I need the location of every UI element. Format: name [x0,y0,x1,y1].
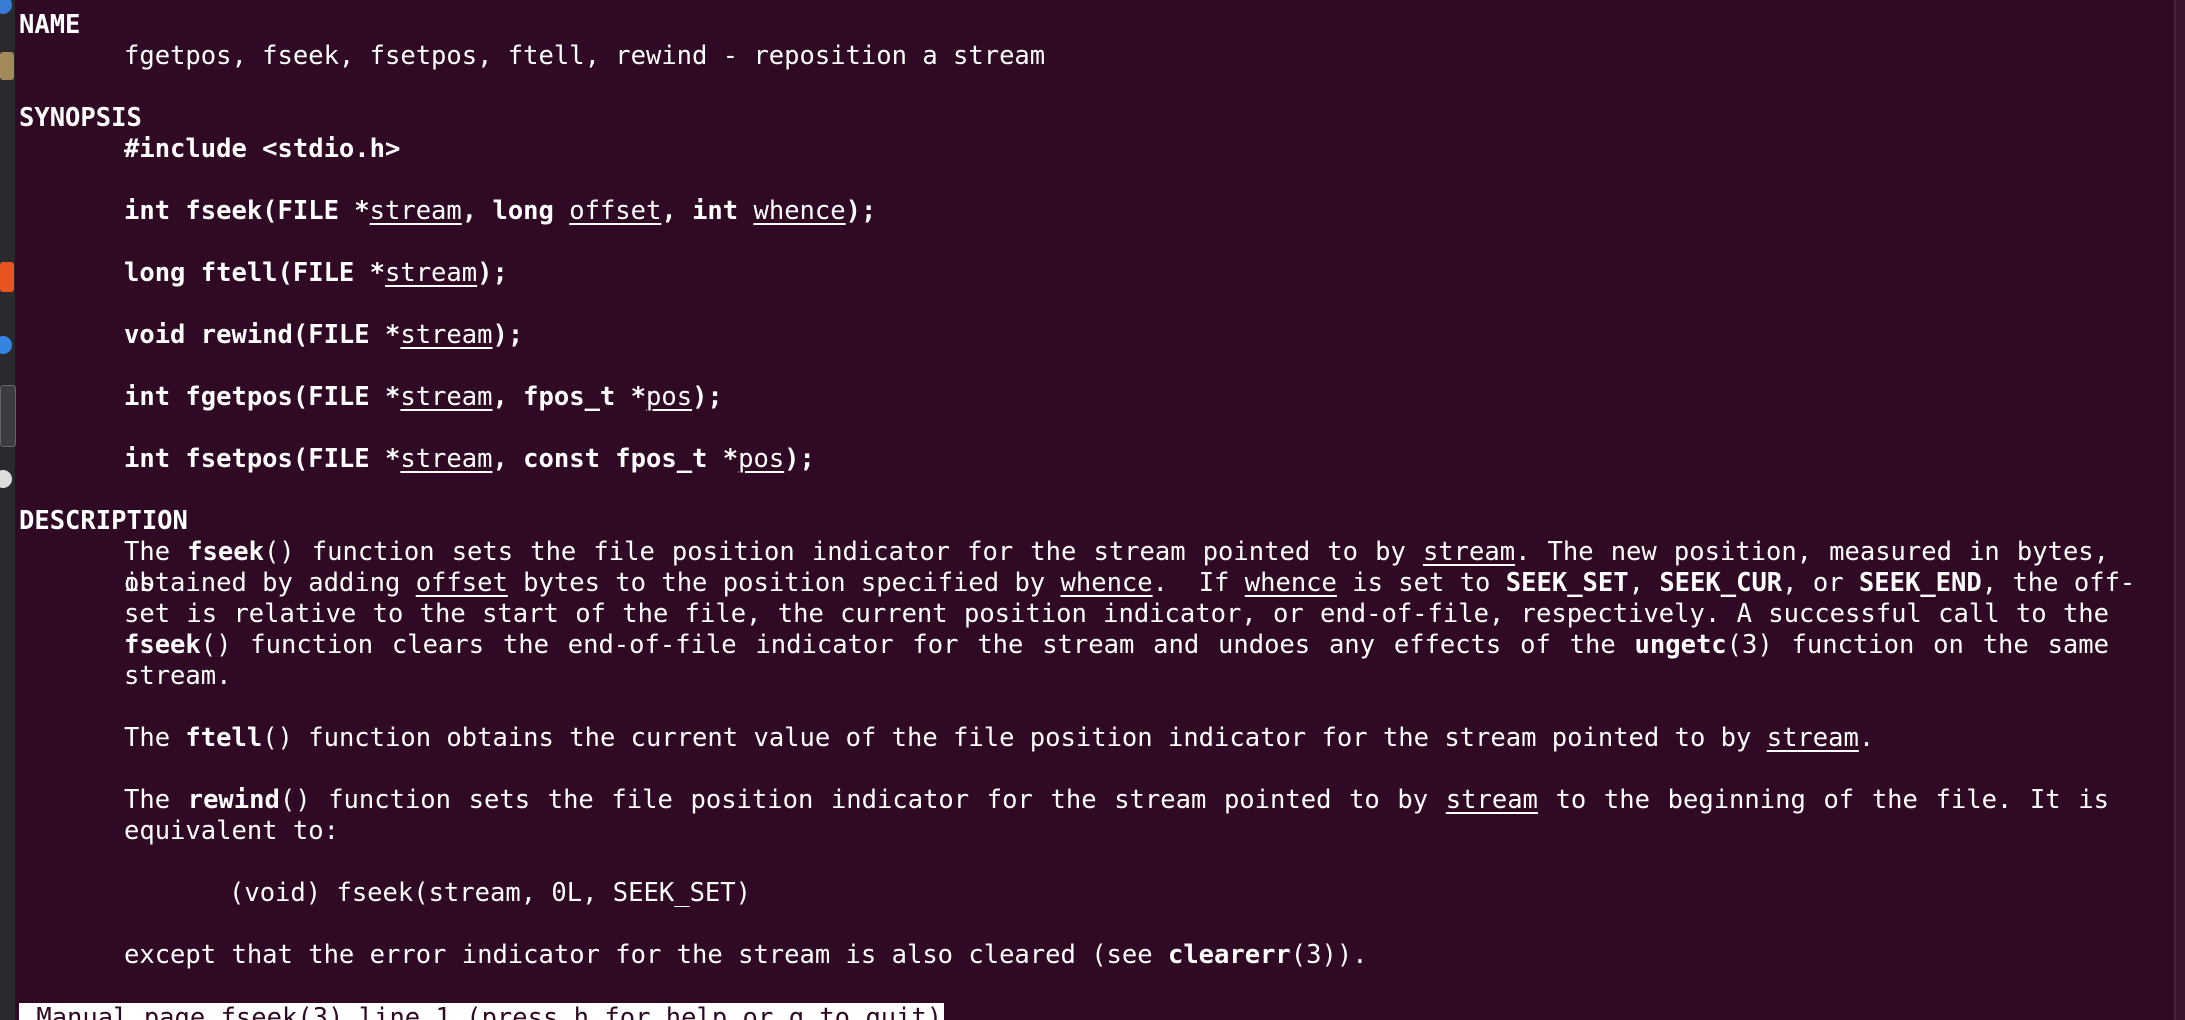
app-icon[interactable] [0,470,12,488]
description-p1-line5: stream. [124,661,232,691]
synopsis-include: #include <stdio.h> [124,134,401,164]
section-heading-synopsis: SYNOPSIS [19,103,142,133]
app-icon[interactable] [0,262,14,292]
man-page-content: NAME fgetpos, fseek, fsetpos, ftell, rew… [19,10,2136,971]
synopsis-ftell: long ftell(FILE *stream); [124,258,508,288]
description-p3-line2: equivalent to: [124,816,339,846]
pager-status-bar: Manual page fseek(3) line 1 (press h for… [19,1003,945,1020]
section-heading-description: DESCRIPTION [19,506,188,536]
synopsis-rewind: void rewind(FILE *stream); [124,320,524,350]
description-p4: except that the error indicator for the … [124,940,1368,970]
description-code-example: (void) fseek(stream, 0L, SEEK_SET) [229,878,751,908]
description-p2: The ftell() function obtains the current… [124,723,1875,753]
terminal-app-icon[interactable] [0,385,16,447]
synopsis-fsetpos: int fsetpos(FILE *stream, const fpos_t *… [124,444,815,474]
app-icon[interactable] [0,336,12,354]
synopsis-fseek: int fseek(FILE *stream, long offset, int… [124,196,877,226]
app-icon[interactable] [0,0,12,14]
description-p3-line1: The rewind() function sets the file posi… [124,785,2109,815]
section-heading-name: NAME [19,10,81,40]
name-summary: fgetpos, fseek, fsetpos, ftell, rewind -… [124,41,1046,71]
app-icon[interactable] [0,52,14,80]
description-p1-line1: The fseek() function sets the file posit… [124,537,2110,598]
ubuntu-dock [0,0,16,1020]
description-p1-line3: set is relative to the start of the file… [124,599,2109,629]
synopsis-fgetpos: int fgetpos(FILE *stream, fpos_t *pos); [124,382,723,412]
description-p1-line2: obtained by adding offset bytes to the p… [124,568,2136,598]
description-p1-line4: fseek() function clears the end-of-file … [124,630,2109,660]
terminal-scrollbar[interactable] [2174,0,2185,1020]
